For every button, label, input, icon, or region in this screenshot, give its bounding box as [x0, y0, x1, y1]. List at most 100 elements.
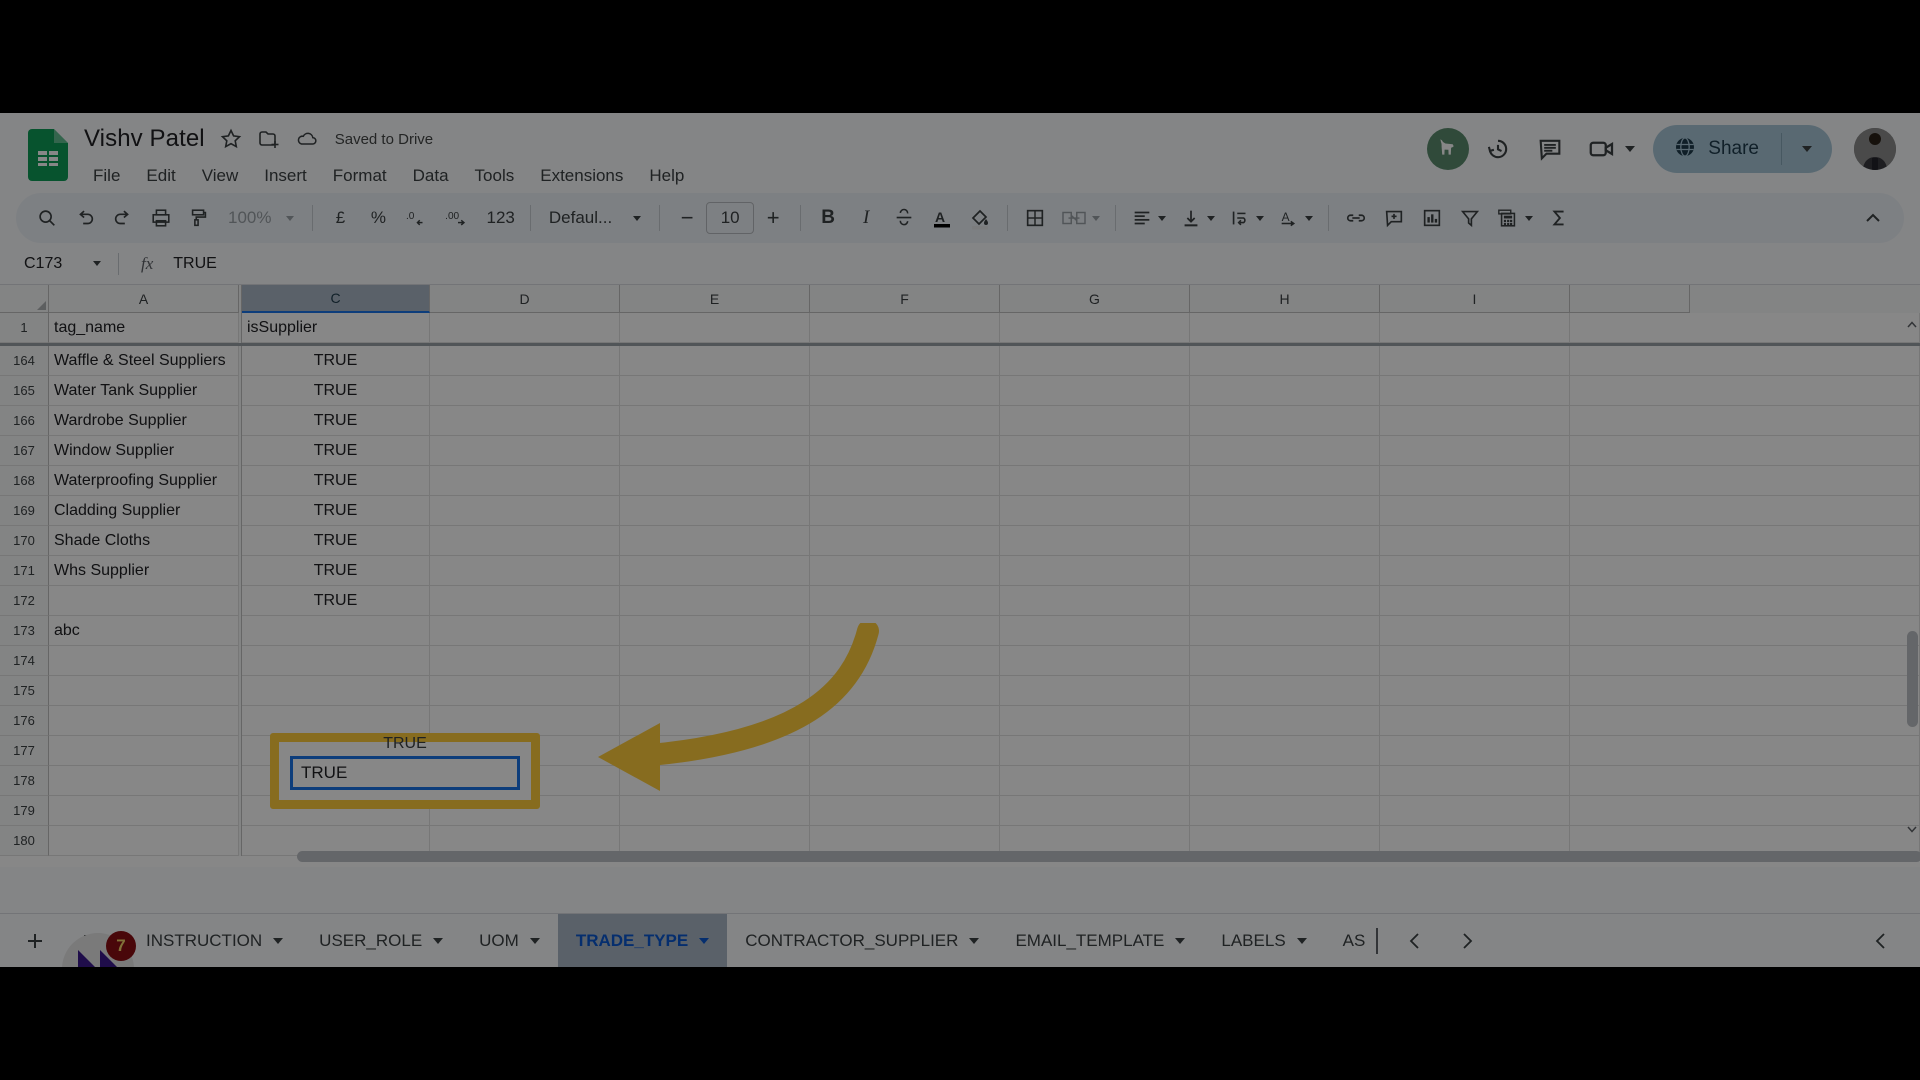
menu-help[interactable]: Help	[640, 163, 693, 189]
row-header-165[interactable]: 165	[0, 376, 49, 406]
chevron-down-icon[interactable]	[433, 937, 444, 944]
row-header-180[interactable]: 180	[0, 826, 49, 856]
row-header-178[interactable]: 178	[0, 766, 49, 796]
avatar[interactable]	[1854, 128, 1896, 170]
comment-history-icon[interactable]	[1527, 126, 1573, 172]
cell-c1[interactable]: isSupplier	[242, 313, 430, 343]
cell-d165[interactable]	[430, 376, 620, 406]
cell-extra176[interactable]	[1570, 706, 1920, 736]
cell-g168[interactable]	[1000, 466, 1190, 496]
cell-extra164[interactable]	[1570, 346, 1920, 376]
cell-c174[interactable]	[242, 646, 430, 676]
cell-h1[interactable]	[1190, 313, 1380, 343]
fill-color-icon[interactable]	[961, 199, 999, 237]
chevron-down-icon[interactable]	[529, 937, 540, 944]
cell-e169[interactable]	[620, 496, 810, 526]
cell-d164[interactable]	[430, 346, 620, 376]
cell-h176[interactable]	[1190, 706, 1380, 736]
fx-icon[interactable]: fx	[141, 254, 153, 274]
horizontal-align-icon[interactable]	[1124, 199, 1173, 237]
cell-h166[interactable]	[1190, 406, 1380, 436]
cell-e172[interactable]	[620, 586, 810, 616]
cell-f1[interactable]	[810, 313, 1000, 343]
cell-g171[interactable]	[1000, 556, 1190, 586]
cell-c170[interactable]: TRUE	[242, 526, 430, 556]
horizontal-scrollbar[interactable]	[49, 851, 1920, 863]
cell-extra170[interactable]	[1570, 526, 1920, 556]
sheet-tab-uom[interactable]: UOM	[461, 914, 558, 968]
row-header-175[interactable]: 175	[0, 676, 49, 706]
column-header-c[interactable]: C	[242, 285, 430, 313]
chevron-down-icon[interactable]	[1296, 937, 1307, 944]
font-family-selector[interactable]: Defaul...	[539, 208, 651, 228]
sheet-tab-instruction[interactable]: INSTRUCTION	[128, 914, 301, 968]
cell-i173[interactable]	[1380, 616, 1570, 646]
select-all-corner[interactable]	[0, 285, 49, 313]
vertical-scrollbar[interactable]	[1906, 321, 1918, 833]
decrease-decimal-button[interactable]: .0	[397, 199, 437, 237]
font-size-input[interactable]: 10	[706, 202, 755, 234]
cell-g165[interactable]	[1000, 376, 1190, 406]
italic-button[interactable]: I	[847, 199, 885, 237]
version-history-icon[interactable]	[1475, 126, 1521, 172]
vertical-scroll-thumb[interactable]	[1907, 631, 1918, 727]
cloud-saved-icon[interactable]	[295, 127, 319, 151]
sheet-next-button[interactable]	[1450, 924, 1484, 958]
scroll-down-arrow-icon[interactable]	[1907, 821, 1917, 833]
cell-f166[interactable]	[810, 406, 1000, 436]
cell-f171[interactable]	[810, 556, 1000, 586]
increase-font-size-button[interactable]: +	[754, 199, 792, 237]
cell-i171[interactable]	[1380, 556, 1570, 586]
cell-i1[interactable]	[1380, 313, 1570, 343]
cell-i179[interactable]	[1380, 796, 1570, 826]
cell-a170[interactable]: Shade Cloths	[49, 526, 239, 556]
cell-c169[interactable]: TRUE	[242, 496, 430, 526]
add-sheet-button[interactable]	[14, 920, 56, 962]
cell-g164[interactable]	[1000, 346, 1190, 376]
chevron-down-icon[interactable]	[1175, 937, 1186, 944]
menu-insert[interactable]: Insert	[255, 163, 316, 189]
cell-g1[interactable]	[1000, 313, 1190, 343]
column-header-g[interactable]: G	[1000, 285, 1190, 313]
cell-extra175[interactable]	[1570, 676, 1920, 706]
collapse-sidebar-button[interactable]	[1864, 924, 1898, 958]
formula-input[interactable]: TRUE	[173, 255, 1920, 273]
row-header-169[interactable]: 169	[0, 496, 49, 526]
row-header-173[interactable]: 173	[0, 616, 49, 646]
chevron-down-icon[interactable]	[1625, 146, 1636, 152]
cell-c164[interactable]: TRUE	[242, 346, 430, 376]
cell-d167[interactable]	[430, 436, 620, 466]
cell-extra178[interactable]	[1570, 766, 1920, 796]
merge-cells-icon[interactable]	[1054, 199, 1107, 237]
cell-i165[interactable]	[1380, 376, 1570, 406]
page-title[interactable]: Vishv Patel	[84, 125, 205, 153]
cell-h170[interactable]	[1190, 526, 1380, 556]
cell-c166[interactable]: TRUE	[242, 406, 430, 436]
cell-g166[interactable]	[1000, 406, 1190, 436]
row-header-174[interactable]: 174	[0, 646, 49, 676]
cell-e171[interactable]	[620, 556, 810, 586]
cell-i174[interactable]	[1380, 646, 1570, 676]
meet-camera-icon[interactable]	[1579, 126, 1625, 172]
cell-h165[interactable]	[1190, 376, 1380, 406]
sheet-tab-labels[interactable]: LABELS	[1203, 914, 1324, 968]
insert-link-icon[interactable]	[1337, 199, 1375, 237]
row-header-1[interactable]: 1	[0, 313, 49, 343]
percent-format-button[interactable]: %	[359, 199, 397, 237]
move-to-folder-icon[interactable]	[257, 127, 281, 151]
cell-g170[interactable]	[1000, 526, 1190, 556]
zoom-selector[interactable]: 100%	[218, 208, 304, 228]
bold-button[interactable]: B	[809, 199, 847, 237]
cell-extra169[interactable]	[1570, 496, 1920, 526]
cell-c167[interactable]: TRUE	[242, 436, 430, 466]
sheet-tab-email_template[interactable]: EMAIL_TEMPLATE	[997, 914, 1203, 968]
column-header-i[interactable]: I	[1380, 285, 1570, 313]
cell-editor-input[interactable]: TRUE	[290, 756, 520, 790]
cell-i175[interactable]	[1380, 676, 1570, 706]
cell-a179[interactable]	[49, 796, 239, 826]
menu-view[interactable]: View	[193, 163, 248, 189]
cell-a1[interactable]: tag_name	[49, 313, 239, 343]
cell-h174[interactable]	[1190, 646, 1380, 676]
cell-h169[interactable]	[1190, 496, 1380, 526]
cell-h178[interactable]	[1190, 766, 1380, 796]
